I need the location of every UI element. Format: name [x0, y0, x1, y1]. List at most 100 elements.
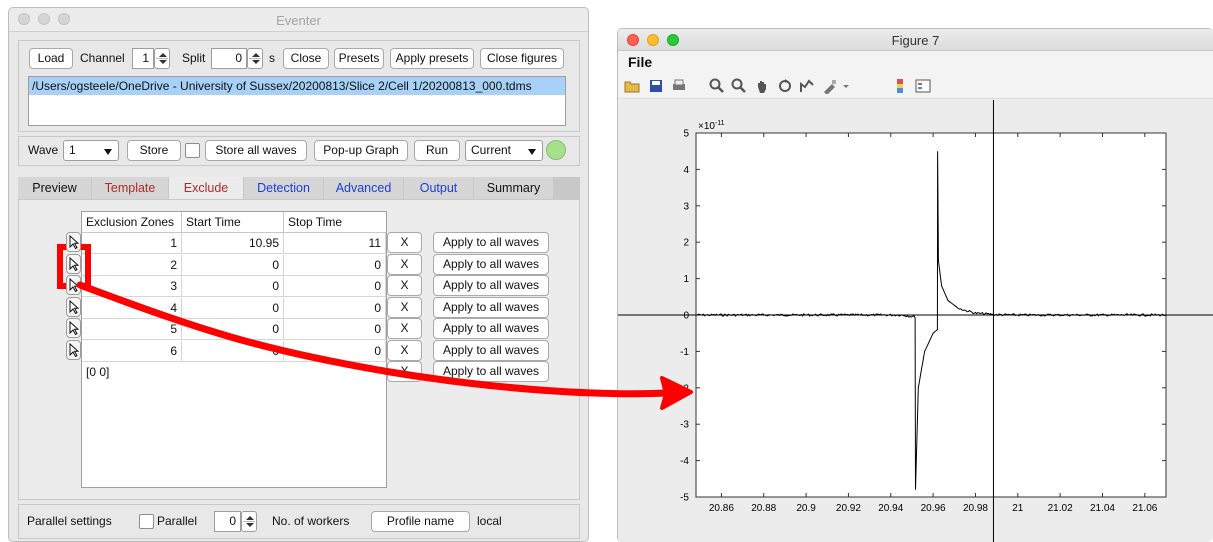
tab-preview[interactable]: Preview — [18, 177, 92, 199]
zoom-out-icon[interactable] — [731, 78, 747, 94]
remove-zone-button[interactable]: X — [387, 296, 422, 318]
table-cell-stop[interactable]: 0 — [284, 254, 386, 276]
tab-advanced-label: Advanced — [335, 181, 392, 195]
col-header-stop[interactable]: Stop Time — [284, 212, 386, 233]
x-tick-label: 20.96 — [921, 503, 946, 514]
rotate-icon[interactable] — [777, 78, 793, 94]
tab-exclude[interactable]: Exclude — [169, 177, 244, 199]
parallel-checkbox[interactable] — [139, 514, 154, 529]
exclusion-table[interactable]: Exclusion Zones Start Time Stop Time 1 10… — [81, 211, 387, 488]
apply-presets-button[interactable]: Apply presets — [390, 48, 474, 69]
table-cell-stop[interactable]: 0 — [284, 319, 386, 340]
apply-to-all-waves-button[interactable]: Apply to all waves — [433, 253, 549, 275]
line-chart[interactable]: 20.86 20.88 20.9 20.92 20.94 20.96 20.98 21 21.0… — [618, 100, 1213, 542]
close-button[interactable]: Close — [283, 48, 329, 69]
save-icon[interactable] — [648, 78, 664, 94]
apply-to-all-waves-button[interactable]: Apply to all waves — [433, 361, 549, 382]
remove-zone-button[interactable]: X — [387, 339, 422, 361]
y-tick-label: 0 — [683, 311, 689, 322]
table-cell-start[interactable]: 10.95 — [182, 233, 284, 254]
tab-summary[interactable]: Summary — [474, 177, 554, 199]
table-cell-start[interactable]: 0 — [182, 340, 284, 362]
remove-zone-button[interactable]: X — [387, 318, 422, 339]
store-button[interactable]: Store — [127, 140, 181, 161]
workers-input[interactable]: 0 — [214, 511, 241, 532]
remove-zone-button[interactable]: X — [387, 361, 422, 382]
table-cell-start[interactable]: 0 — [182, 319, 284, 340]
split-input[interactable]: 0 — [211, 48, 247, 69]
channel-stepper[interactable] — [154, 48, 170, 69]
file-list[interactable]: /Users/ogsteele/OneDrive - University of… — [28, 76, 566, 126]
tab-template[interactable]: Template — [92, 177, 169, 199]
table-cell-start[interactable]: 0 — [182, 276, 284, 297]
apply-to-all-waves-button[interactable]: Apply to all waves — [433, 275, 549, 296]
chevron-down-icon — [104, 149, 112, 155]
tab-output[interactable]: Output — [404, 177, 474, 199]
row-select-button[interactable] — [66, 339, 81, 360]
eventer-window: Eventer Load Channel 1 Split 0 s Close P… — [8, 7, 589, 542]
apply-to-all-waves-button[interactable]: Apply to all waves — [433, 318, 549, 339]
legend-icon[interactable] — [915, 78, 931, 94]
table-cell-stop[interactable]: 0 — [284, 340, 386, 362]
table-cell-zone: 5 — [82, 319, 182, 340]
plot-area[interactable]: 20.86 20.88 20.9 20.92 20.94 20.96 20.98 21 21.0… — [618, 100, 1213, 542]
store-all-waves-button[interactable]: Store all waves — [205, 140, 307, 161]
channel-label: Channel — [80, 51, 125, 65]
summary-cell: [0 0] — [86, 365, 110, 379]
table-cell-stop[interactable]: 0 — [284, 297, 386, 319]
channel-input[interactable]: 1 — [132, 48, 154, 69]
zoom-in-icon[interactable] — [709, 78, 725, 94]
workers-label: No. of workers — [272, 514, 350, 528]
run-button[interactable]: Run — [414, 140, 460, 161]
x-tick-label: 20.92 — [836, 503, 861, 514]
apply-to-all-waves-button[interactable]: Apply to all waves — [433, 296, 549, 318]
row-select-button[interactable] — [66, 296, 81, 317]
profile-name-button[interactable]: Profile name — [371, 511, 470, 532]
row-select-button[interactable] — [66, 253, 81, 274]
split-stepper[interactable] — [247, 48, 263, 69]
print-icon[interactable] — [671, 78, 687, 94]
col-header-start[interactable]: Start Time — [182, 212, 284, 233]
cursor-arrow-icon — [69, 256, 80, 271]
y-tick-label: 5 — [683, 129, 689, 140]
presets-button[interactable]: Presets — [334, 48, 384, 69]
chevron-down-icon[interactable] — [842, 78, 850, 94]
file-list-item[interactable]: /Users/ogsteele/OneDrive - University of… — [29, 77, 565, 95]
table-cell-stop[interactable]: 0 — [284, 276, 386, 297]
remove-zone-button[interactable]: X — [387, 232, 422, 253]
brush-icon[interactable] — [822, 78, 838, 94]
open-icon[interactable] — [624, 78, 640, 94]
popup-graph-button[interactable]: Pop-up Graph — [314, 140, 408, 161]
y-tick-label: 4 — [683, 165, 689, 176]
pan-icon[interactable] — [754, 78, 770, 94]
store-all-checkbox[interactable] — [185, 143, 200, 158]
row-select-button[interactable] — [66, 318, 81, 338]
x-tick-label: 20.94 — [878, 503, 903, 514]
close-figures-button[interactable]: Close figures — [480, 48, 564, 69]
tab-detection[interactable]: Detection — [244, 177, 324, 199]
remove-zone-button[interactable]: X — [387, 275, 422, 296]
load-button[interactable]: Load — [29, 48, 73, 69]
y-tick-label: 2 — [683, 238, 689, 249]
x-tick-label: 21.06 — [1132, 503, 1157, 514]
table-cell-start[interactable]: 0 — [182, 254, 284, 276]
tab-template-label: Template — [104, 181, 156, 195]
cursor-arrow-icon — [69, 235, 80, 250]
table-cell-start[interactable]: 0 — [182, 297, 284, 319]
col-header-zones[interactable]: Exclusion Zones — [82, 212, 182, 233]
apply-to-all-waves-button[interactable]: Apply to all waves — [433, 339, 549, 361]
apply-to-all-waves-button[interactable]: Apply to all waves — [433, 232, 549, 253]
row-select-button[interactable] — [66, 232, 81, 252]
data-cursor-icon[interactable] — [799, 78, 815, 94]
current-select-value: Current — [471, 143, 512, 157]
current-select[interactable]: Current — [465, 140, 543, 161]
table-cell-stop[interactable]: 11 — [284, 233, 386, 254]
tab-advanced[interactable]: Advanced — [324, 177, 404, 199]
colorbar-icon[interactable] — [892, 78, 908, 94]
workers-stepper[interactable] — [241, 511, 257, 532]
row-select-button[interactable] — [66, 275, 81, 295]
remove-zone-button[interactable]: X — [387, 253, 422, 275]
parallel-settings-label: Parallel settings — [27, 514, 112, 528]
menu-file[interactable]: File — [628, 54, 652, 70]
wave-select[interactable]: 1 — [63, 140, 119, 161]
